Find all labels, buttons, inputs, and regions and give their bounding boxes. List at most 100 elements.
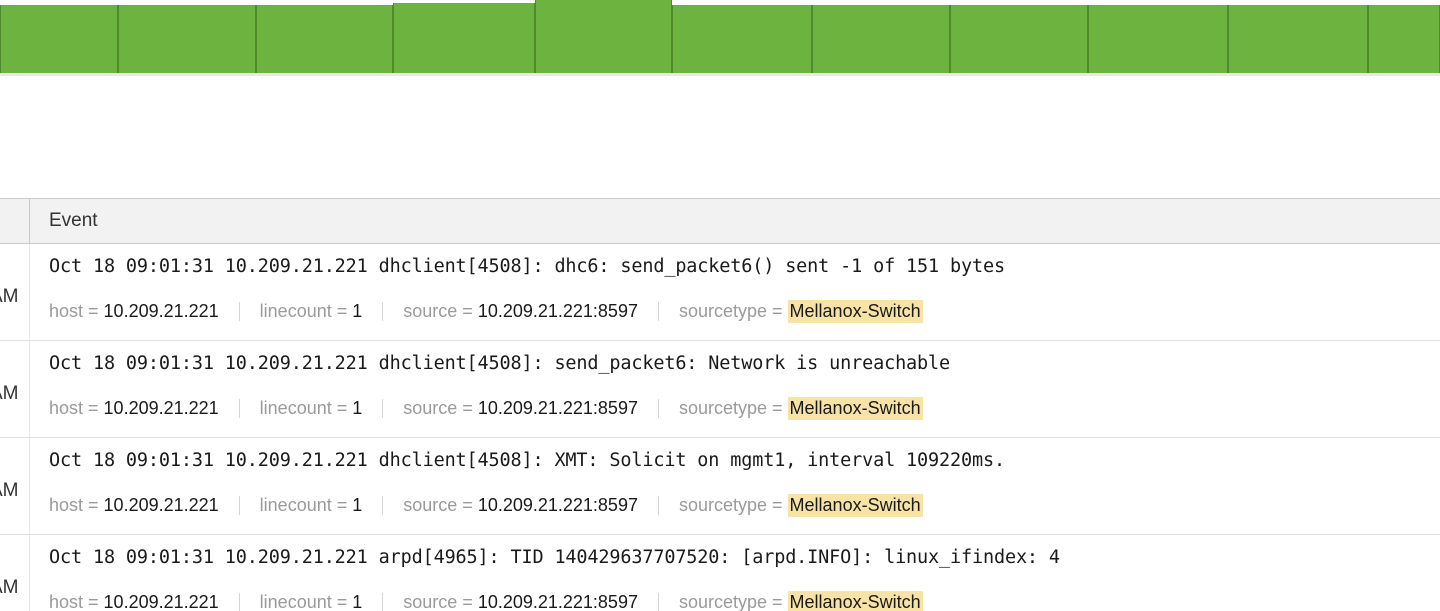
event-raw-text[interactable]: Oct 18 09:01:31 10.209.21.221 dhclient[4… (49, 256, 1005, 277)
event-field-key: host (49, 592, 84, 611)
field-separator (382, 399, 384, 418)
timeline-bar[interactable] (672, 5, 812, 73)
event-field-value[interactable]: 10.209.21.221:8597 (478, 592, 638, 611)
cell-event[interactable]: Oct 18 09:01:31 10.209.21.221 arpd[4965]… (31, 535, 1440, 611)
event-field-source[interactable]: source = 10.209.21.221:8597 (403, 398, 638, 419)
timeline-bar[interactable] (0, 5, 118, 73)
event-field-equals: = (336, 495, 348, 515)
timeline-bar[interactable] (1088, 5, 1228, 73)
event-fields-list: host = 10.209.21.221 linecount = 1 source = 10.2… (49, 591, 923, 611)
event-field-sourcetype[interactable]: sourcetype = Mellanox-Switch (679, 494, 923, 517)
cell-time[interactable]: AM (0, 535, 30, 611)
event-raw-text[interactable]: Oct 18 09:01:31 10.209.21.221 dhclient[4… (49, 450, 1005, 471)
table-row[interactable]: AM Oct 18 09:01:31 10.209.21.221 arpd[496… (0, 535, 1440, 611)
event-field-equals: = (772, 301, 783, 321)
field-separator (657, 302, 659, 321)
event-field-source[interactable]: source = 10.209.21.221:8597 (403, 495, 638, 516)
event-field-key: sourcetype (678, 398, 768, 418)
cell-event[interactable]: Oct 18 09:01:31 10.209.21.221 dhclient[4… (31, 438, 1440, 534)
event-field-key: linecount (259, 398, 332, 418)
event-field-key: linecount (259, 592, 332, 611)
event-field-key: host (49, 301, 84, 321)
event-field-key: sourcetype (678, 301, 768, 321)
timeline-bar[interactable] (812, 5, 950, 73)
field-separator (238, 302, 240, 321)
search-results-page: Format 20 Per Page⌄ Event AM Oct 18 09:01… (0, 0, 1440, 611)
event-field-equals: = (88, 495, 99, 515)
cell-time[interactable]: AM (0, 341, 30, 437)
cell-time[interactable]: AM (0, 244, 30, 340)
table-row[interactable]: AM Oct 18 09:01:31 10.209.21.221 dhclient… (0, 244, 1440, 341)
event-field-value[interactable]: 10.209.21.221 (104, 398, 219, 419)
table-header-row: Event (0, 199, 1440, 244)
event-timestamp: AM (0, 577, 19, 598)
timeline-bar[interactable] (1368, 5, 1440, 73)
event-field-host[interactable]: host = 10.209.21.221 (49, 398, 219, 419)
event-raw-text[interactable]: Oct 18 09:01:31 10.209.21.221 dhclient[4… (49, 353, 950, 374)
event-field-equals: = (88, 398, 99, 418)
event-field-value[interactable]: 1 (352, 398, 362, 419)
event-field-equals: = (88, 301, 99, 321)
event-field-linecount[interactable]: linecount = 1 (260, 301, 363, 322)
event-field-equals: = (336, 398, 348, 418)
event-field-key: host (49, 398, 84, 418)
event-field-equals: = (772, 398, 783, 418)
event-field-sourcetype[interactable]: sourcetype = Mellanox-Switch (679, 591, 923, 611)
event-field-linecount[interactable]: linecount = 1 (260, 495, 363, 516)
event-field-key: linecount (259, 495, 332, 515)
event-field-key: linecount (259, 301, 332, 321)
event-field-value[interactable]: Mellanox-Switch (787, 591, 923, 611)
event-field-host[interactable]: host = 10.209.21.221 (49, 301, 219, 322)
event-field-equals: = (772, 592, 783, 611)
event-field-sourcetype[interactable]: sourcetype = Mellanox-Switch (679, 397, 923, 420)
event-field-host[interactable]: host = 10.209.21.221 (49, 495, 219, 516)
event-field-value[interactable]: 10.209.21.221 (104, 592, 219, 611)
event-field-value[interactable]: Mellanox-Switch (787, 494, 923, 517)
table-body: AM Oct 18 09:01:31 10.209.21.221 dhclient… (0, 244, 1440, 611)
event-field-source[interactable]: source = 10.209.21.221:8597 (403, 592, 638, 611)
event-field-source[interactable]: source = 10.209.21.221:8597 (403, 301, 638, 322)
field-separator (238, 593, 240, 611)
column-header-event[interactable]: Event (31, 199, 98, 243)
field-separator (382, 302, 384, 321)
timeline-bar[interactable] (118, 5, 256, 73)
event-field-host[interactable]: host = 10.209.21.221 (49, 592, 219, 611)
event-field-key: host (49, 495, 84, 515)
timeline-bar[interactable] (535, 0, 672, 73)
timeline-bar[interactable] (950, 5, 1088, 73)
event-field-value[interactable]: 10.209.21.221:8597 (478, 301, 638, 322)
event-field-equals: = (462, 495, 473, 515)
event-field-value[interactable]: 1 (352, 495, 362, 516)
event-field-sourcetype[interactable]: sourcetype = Mellanox-Switch (679, 300, 923, 323)
event-field-key: source (403, 398, 458, 418)
event-raw-text[interactable]: Oct 18 09:01:31 10.209.21.221 arpd[4965]… (49, 547, 1060, 568)
event-field-linecount[interactable]: linecount = 1 (260, 398, 363, 419)
event-field-value[interactable]: 10.209.21.221:8597 (478, 398, 638, 419)
event-field-value[interactable]: 1 (352, 301, 362, 322)
table-row[interactable]: AM Oct 18 09:01:31 10.209.21.221 dhclient… (0, 341, 1440, 438)
event-field-value[interactable]: Mellanox-Switch (787, 300, 923, 323)
event-field-value[interactable]: 10.209.21.221:8597 (478, 495, 638, 516)
event-timestamp: AM (0, 286, 19, 307)
table-row[interactable]: AM Oct 18 09:01:31 10.209.21.221 dhclient… (0, 438, 1440, 535)
field-separator (382, 593, 384, 611)
cell-time[interactable]: AM (0, 438, 30, 534)
timeline-bar[interactable] (393, 3, 535, 73)
event-field-linecount[interactable]: linecount = 1 (260, 592, 363, 611)
event-field-equals: = (772, 495, 783, 515)
cell-event[interactable]: Oct 18 09:01:31 10.209.21.221 dhclient[4… (31, 244, 1440, 340)
field-separator (657, 399, 659, 418)
timeline-bar[interactable] (256, 5, 393, 73)
event-field-equals: = (336, 301, 348, 321)
event-field-value[interactable]: Mellanox-Switch (787, 397, 923, 420)
event-timestamp: AM (0, 480, 19, 501)
results-controls-bar: Format 20 Per Page⌄ (0, 76, 1440, 239)
column-header-time[interactable] (0, 199, 30, 243)
event-field-value[interactable]: 1 (352, 592, 362, 611)
events-timeline-histogram[interactable] (0, 0, 1440, 76)
cell-event[interactable]: Oct 18 09:01:31 10.209.21.221 dhclient[4… (31, 341, 1440, 437)
timeline-bar[interactable] (1228, 5, 1368, 73)
event-field-key: source (403, 495, 458, 515)
event-field-value[interactable]: 10.209.21.221 (104, 301, 219, 322)
event-field-value[interactable]: 10.209.21.221 (104, 495, 219, 516)
